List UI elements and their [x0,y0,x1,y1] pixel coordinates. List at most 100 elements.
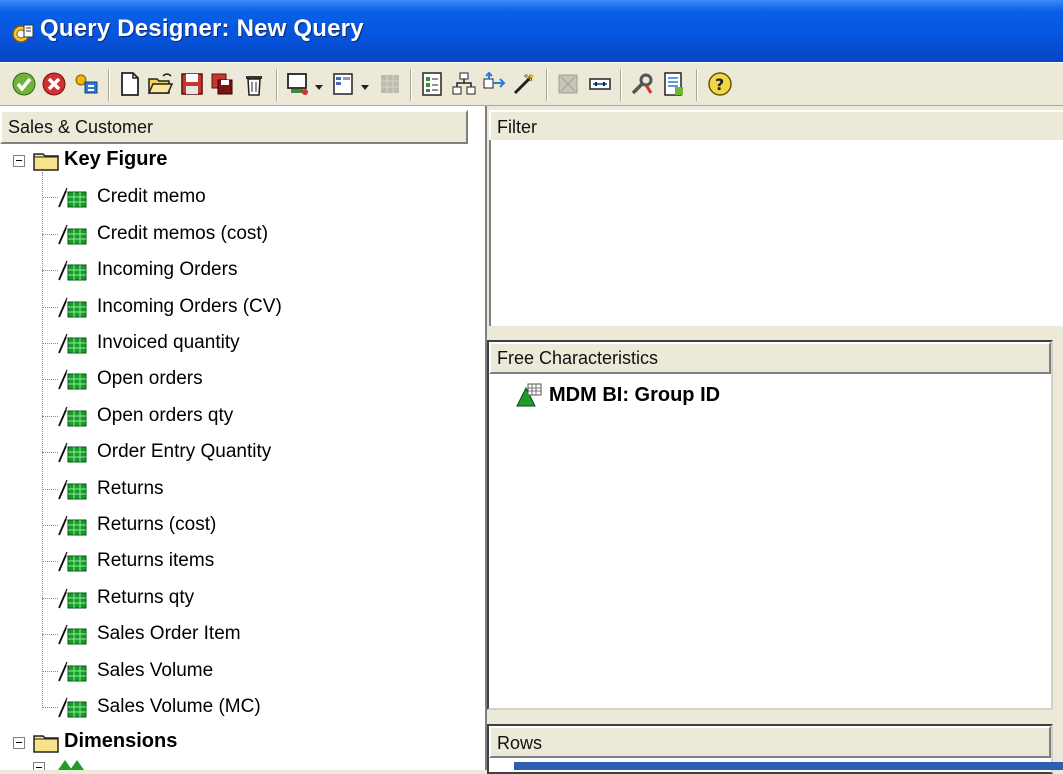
tree-item-key-figure[interactable]: Returns [0,472,480,506]
tree-connector-line [42,416,58,417]
tree-folder-label: Key Figure [64,148,168,170]
tree-item-key-figure[interactable]: Order Entry Quantity [0,435,480,469]
tree-folder-dimensions[interactable]: Dimensions [0,726,480,760]
free-characteristic-item[interactable]: MDM BI: Group ID [515,382,720,408]
tree-item-key-figure[interactable]: Open orders qty [0,399,480,433]
key-figure-icon [58,333,87,354]
copy-icon[interactable] [208,70,236,98]
key-figure-icon [58,661,87,682]
key-figure-icon [58,297,87,318]
tree-item-key-figure[interactable]: Sales Order Item [0,617,480,651]
tree-connector-line [42,707,58,708]
tree-connector-line [42,525,58,526]
magic-icon[interactable]: % [510,70,538,98]
tree-item-label: Order Entry Quantity [97,441,272,462]
tree-item-key-figure[interactable]: Incoming Orders (CV) [0,290,480,324]
display-dropdown-arrow[interactable] [315,85,323,90]
tree-connector-line [42,197,58,198]
key-figure-icon [58,224,87,245]
infoprovider-tree-panel: Sales & Customer Key Figure Credit memo Cr… [0,106,487,770]
key-figure-icon [58,442,87,463]
columns-icon[interactable] [330,70,358,98]
selection-icon [554,70,582,98]
tree-item-key-figure[interactable]: Returns qty [0,581,480,615]
open-icon[interactable] [146,70,174,98]
filter-drop-area[interactable] [489,140,1063,326]
check-icon[interactable] [10,70,38,98]
tree-connector-line [42,489,58,490]
window-title: Query Designer: New Query [40,15,364,42]
tree-item-key-figure[interactable]: Returns items [0,544,480,578]
expand-icon[interactable] [33,762,45,770]
tree-connector-line [42,634,58,635]
tree-item-label: Invoiced quantity [97,332,240,353]
key-figure-icon [58,551,87,572]
tree-item-partial[interactable] [0,760,200,770]
tree-item-label: Returns items [97,550,215,571]
tree-item-label: Open orders qty [97,405,234,426]
tree-connector-line [42,452,58,453]
rows-selected-item[interactable] [514,762,1063,770]
folder-icon [33,153,59,171]
key-figure-icon [58,697,87,718]
tools-icon[interactable] [628,70,656,98]
toolbar: % ? [0,62,1063,106]
toolbar-separator [410,69,412,101]
infoprovider-header: Sales & Customer [0,110,468,144]
key-figure-icon [58,588,87,609]
tree-item-label: Open orders [97,368,203,389]
tree-item-label: Incoming Orders [97,259,238,280]
svg-text:?: ? [715,75,724,94]
svg-text:%: % [524,74,533,84]
new-icon[interactable] [116,70,144,98]
delete-icon[interactable] [240,70,268,98]
tree-item-label: Returns (cost) [97,514,217,535]
tree-connector-line [42,307,58,308]
key-figure-icon [58,624,87,645]
cancel-icon[interactable] [40,70,68,98]
key-icon[interactable] [72,70,100,98]
tree-item-key-figure[interactable]: Sales Volume (MC) [0,690,480,724]
help-icon[interactable]: ? [706,70,734,98]
tree-item-key-figure[interactable]: Credit memo [0,180,480,214]
tree-item-key-figure[interactable]: Incoming Orders [0,253,480,287]
title-bar[interactable]: Query Designer: New Query [0,0,1063,62]
tree-item-key-figure[interactable]: Returns (cost) [0,508,480,542]
folder-icon [33,735,59,753]
tree-folder-key-figure[interactable]: Key Figure [0,144,480,178]
document-icon[interactable] [660,70,688,98]
rows-header: Rows [489,726,1051,758]
toolbar-separator [620,69,622,101]
tree-connector-line [42,270,58,271]
link-icon[interactable] [586,70,614,98]
key-figure-icon [58,187,87,208]
tree-connector-line [42,343,58,344]
dimension-icon [58,760,84,770]
toolbar-separator [546,69,548,101]
free-characteristic-label: MDM BI: Group ID [549,383,721,406]
characteristic-icon [516,383,542,407]
tree-item-key-figure[interactable]: Invoiced quantity [0,326,480,360]
tree-item-label: Credit memos (cost) [97,223,269,244]
collapse-icon[interactable] [13,155,25,167]
tree-connector-line [42,561,58,562]
key-figure-icon [58,479,87,500]
properties-icon[interactable] [418,70,446,98]
tree-item-label: Returns qty [97,587,195,608]
free-characteristics-header: Free Characteristics [489,342,1051,374]
save-icon[interactable] [178,70,206,98]
network-icon[interactable] [450,70,478,98]
tree-connector-line [42,234,58,235]
display-icon[interactable] [284,70,312,98]
tree-folder-label: Dimensions [64,730,178,752]
collapse-icon[interactable] [13,737,25,749]
tree-connector-line [42,671,58,672]
tree-item-key-figure[interactable]: Credit memos (cost) [0,217,480,251]
tree-item-key-figure[interactable]: Sales Volume [0,654,480,688]
tree-item-key-figure[interactable]: Open orders [0,362,480,396]
tree-item-label: Incoming Orders (CV) [97,296,282,317]
columns-dropdown-arrow[interactable] [361,85,369,90]
key-figure-icon [58,406,87,427]
arrows-icon[interactable] [480,70,508,98]
tree-item-label: Sales Volume (MC) [97,696,261,717]
